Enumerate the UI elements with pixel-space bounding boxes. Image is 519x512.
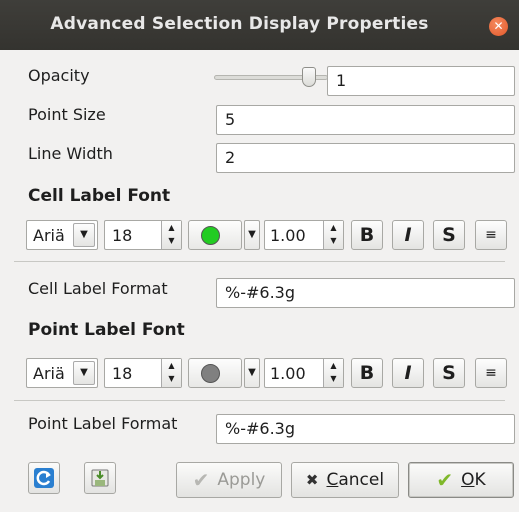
point-font-color-button[interactable] [188,358,242,388]
point-shadow-button[interactable]: S [433,358,465,388]
line-width-label: Line Width [28,144,113,163]
point-font-family-select[interactable]: Ariä ▼ [26,358,98,388]
dialog-body: Opacity 1 Point Size 5 Line Width 2 Cell… [14,50,519,512]
title-bar: Advanced Selection Display Properties ✕ [0,0,519,50]
cancel-button[interactable]: ✖ Cancel [291,462,399,498]
chevron-down-icon[interactable]: ▼ [73,361,95,385]
cell-shadow-button[interactable]: S [433,220,465,250]
color-swatch-icon [201,364,220,383]
spin-arrows-icon[interactable]: ▲ ▼ [161,221,181,249]
save-icon [91,469,109,487]
save-default-button[interactable] [84,462,116,494]
chevron-down-icon[interactable]: ▼ [73,223,95,247]
cell-font-opacity-spinbox[interactable]: 1.00 ▲ ▼ [264,220,344,250]
point-font-size-value: 18 [112,364,133,383]
point-italic-button[interactable]: I [392,358,424,388]
checkmark-icon: ✔ [192,468,210,492]
point-size-label: Point Size [28,105,106,124]
ok-button-label: OK [461,470,486,490]
refresh-icon [34,468,54,488]
point-font-color-menu[interactable]: ▼ [244,358,260,388]
point-font-family-value: Ariä [33,364,65,383]
x-icon: ✖ [305,471,319,489]
opacity-field[interactable]: 1 [327,66,515,96]
cell-font-size-value: 18 [112,226,133,245]
cell-label-format-label: Cell Label Format [28,279,168,298]
point-label-format-field[interactable]: %-#6.3g [216,414,515,444]
opacity-slider-handle[interactable] [302,67,316,87]
cell-font-family-value: Ariä [33,226,65,245]
window-title: Advanced Selection Display Properties [50,14,429,34]
cancel-button-label: Cancel [326,470,385,490]
cell-font-opacity-value: 1.00 [270,226,306,245]
ok-button[interactable]: ✔ OK [408,462,514,498]
separator [14,261,505,262]
point-label-font-heading: Point Label Font [28,320,185,340]
point-font-opacity-spinbox[interactable]: 1.00 ▲ ▼ [264,358,344,388]
point-font-size-spinbox[interactable]: 18 ▲ ▼ [104,358,182,388]
close-button[interactable]: ✕ [489,17,508,36]
spin-arrows-icon[interactable]: ▲ ▼ [161,359,181,387]
point-font-opacity-value: 1.00 [270,364,306,383]
cell-label-format-field[interactable]: %-#6.3g [216,278,515,308]
opacity-label: Opacity [28,66,90,85]
cell-font-family-select[interactable]: Ariä ▼ [26,220,98,250]
justify-icon[interactable]: ≡ [475,358,507,388]
cell-font-size-spinbox[interactable]: 18 ▲ ▼ [104,220,182,250]
cell-font-color-menu[interactable]: ▼ [244,220,260,250]
cell-label-font-heading: Cell Label Font [28,186,171,206]
point-bold-button[interactable]: B [351,358,383,388]
checkmark-icon: ✔ [436,468,454,492]
line-width-field[interactable]: 2 [216,143,515,173]
color-swatch-icon [201,226,220,245]
apply-button[interactable]: ✔ Apply [176,462,282,498]
reset-button[interactable] [28,462,60,494]
justify-icon[interactable]: ≡ [475,220,507,250]
spin-arrows-icon[interactable]: ▲ ▼ [323,359,343,387]
cell-italic-button[interactable]: I [392,220,424,250]
separator [14,400,505,401]
spin-arrows-icon[interactable]: ▲ ▼ [323,221,343,249]
cell-bold-button[interactable]: B [351,220,383,250]
cell-font-color-button[interactable] [188,220,242,250]
point-label-format-label: Point Label Format [28,414,178,433]
apply-button-label: Apply [217,470,266,490]
point-size-field[interactable]: 5 [216,105,515,135]
